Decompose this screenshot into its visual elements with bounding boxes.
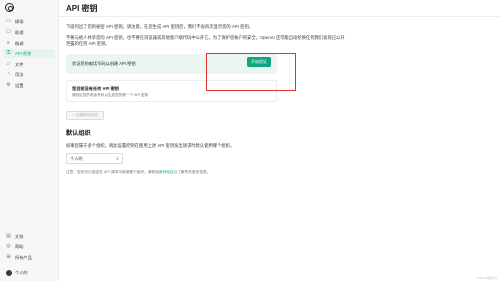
usage-icon: ◔: [6, 71, 11, 77]
sidebar-item-label: 设置: [15, 82, 24, 88]
chevron-updown-icon: ⇕: [115, 155, 119, 161]
sidebar: ▭ 操场 ☐ 助理 ≡ 微调 ⚿ API 密钥 ▱ 文件 ◔ 用法 ⚙ 设置 ▤…: [0, 0, 59, 281]
grid-icon: ⊞: [6, 254, 11, 260]
key-icon: ⚿: [6, 50, 11, 56]
empty-state-subtitle: 请验证您的电话号码以生成您的第一个 API 密钥: [72, 93, 149, 97]
main-content: API 密钥 下面列出了您的秘密 API 密钥。请注意，在您生成 API 密钥后…: [59, 0, 500, 281]
intro-text: 下面列出了您的秘密 API 密钥。请注意，在您生成 API 密钥后，我们不会再次…: [66, 24, 253, 29]
sidebar-item-label: API 密钥: [15, 50, 32, 56]
note-prefix: 注意：您还可以指定在 API 请求中使用哪个组织。请参阅: [66, 170, 159, 174]
sidebar-item-label: 助理: [15, 29, 24, 35]
sidebar-item-playground[interactable]: ▭ 操场: [3, 17, 55, 26]
note-suffix: 以了解有关更多信息。: [173, 170, 211, 174]
sidebar-item-label: 微调: [15, 40, 24, 46]
verify-text: 验证您的电话号码以创建 API 密钥: [72, 61, 136, 66]
openai-logo-icon[interactable]: [5, 3, 14, 12]
folder-icon: ▱: [6, 61, 11, 67]
sidebar-item-label: 文档: [15, 233, 24, 239]
sidebar-item-usage[interactable]: ◔ 用法: [3, 70, 55, 79]
gear-icon: ⚙: [6, 82, 11, 88]
default-org-title: 默认组织: [66, 130, 91, 137]
create-secret-key-button[interactable]: + 创建新的密钥: [66, 111, 104, 120]
account-switcher[interactable]: 个人的: [3, 268, 55, 277]
default-org-select[interactable]: 个人的 ⇕: [66, 153, 123, 164]
header-divider: [59, 16, 500, 17]
empty-state-title: 您目前没有任何 API 密钥: [72, 86, 119, 91]
avatar: [6, 269, 12, 276]
security-text: 不要与他人共享您的 API 密钥，也不要在浏览器或其他客户端代码中公开它。为了保…: [66, 35, 345, 46]
sidebar-item-help[interactable]: ◎ 帮助: [3, 242, 55, 251]
watermark: CSDN @程序员: [475, 276, 497, 280]
doc-icon: ▤: [6, 233, 11, 239]
account-label: 个人的: [15, 269, 28, 275]
help-icon: ◎: [6, 243, 11, 249]
annotation-highlight-box: [206, 53, 296, 91]
sidebar-item-assistants[interactable]: ☐ 助理: [3, 28, 55, 37]
sidebar-item-files[interactable]: ▱ 文件: [3, 60, 55, 69]
sidebar-item-label: 用法: [15, 71, 24, 77]
default-org-description: 如果您属于多个组织，则此设置控制在使用上述 API 密钥发出请求时默认使用哪个组…: [66, 143, 235, 148]
sidebar-item-label: 操场: [15, 18, 24, 24]
page-title: API 密钥: [66, 4, 98, 13]
sidebar-item-api-keys[interactable]: ⚿ API 密钥: [3, 49, 55, 58]
authentication-link[interactable]: 身份验证: [159, 170, 174, 174]
select-value: 个人的: [70, 155, 83, 161]
sidebar-item-fine-tuning[interactable]: ≡ 微调: [3, 39, 55, 48]
sidebar-item-docs[interactable]: ▤ 文档: [3, 232, 55, 241]
assistant-icon: ☐: [6, 29, 11, 35]
sidebar-item-settings[interactable]: ⚙ 设置: [3, 81, 55, 90]
tune-icon: ≡: [7, 40, 10, 46]
sidebar-item-label: 所有产品: [15, 254, 32, 260]
sidebar-item-label: 帮助: [15, 243, 24, 249]
org-note: 注意：您还可以指定在 API 请求中使用哪个组织。请参阅身份验证以了解有关更多信…: [66, 170, 210, 175]
sidebar-item-label: 文件: [15, 61, 24, 67]
chat-icon: ▭: [6, 18, 11, 24]
sidebar-item-all-products[interactable]: ⊞ 所有产品: [3, 253, 55, 262]
